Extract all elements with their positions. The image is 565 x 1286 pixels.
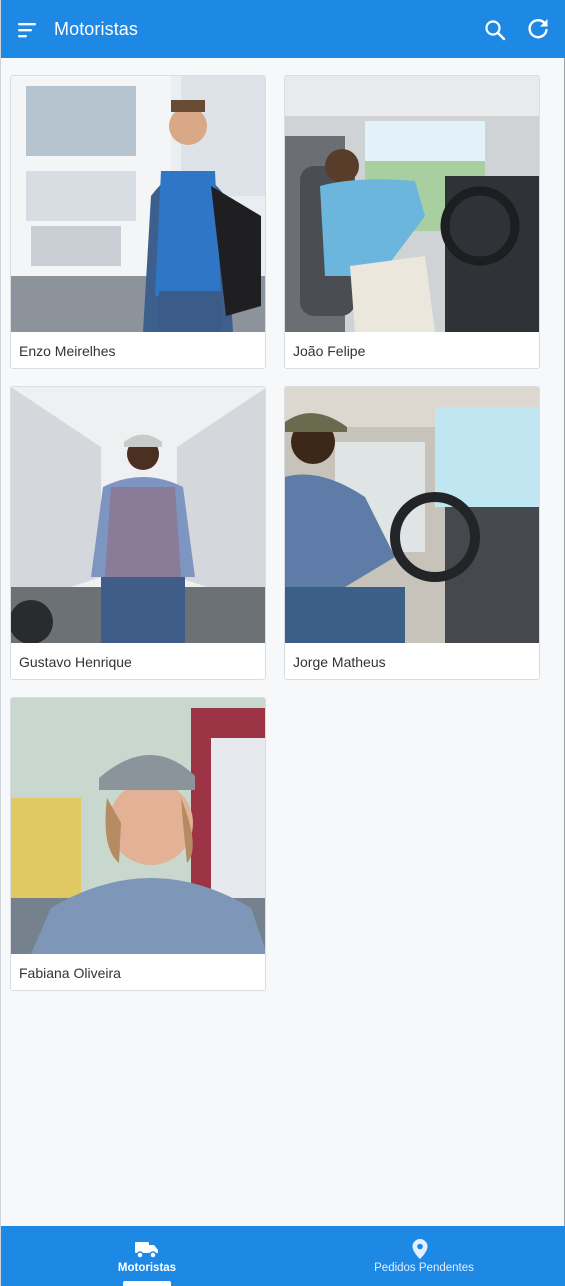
driver-card[interactable]: João Felipe [284, 75, 540, 369]
page-title: Motoristas [54, 19, 139, 39]
driver-photo [11, 698, 265, 954]
driver-name: Fabiana Oliveira [19, 965, 121, 981]
search-button[interactable] [483, 18, 507, 42]
driver-photo [285, 387, 539, 643]
top-app-bar: Motoristas [1, 0, 565, 58]
driver-card[interactable]: Fabiana Oliveira [10, 697, 266, 991]
driver-name: Jorge Matheus [293, 654, 386, 670]
location-pin-icon [412, 1239, 428, 1259]
driver-photo [285, 76, 539, 332]
active-tab-indicator [123, 1281, 171, 1286]
driver-name: Gustavo Henrique [19, 654, 132, 670]
tab-label: Motoristas [117, 1262, 177, 1274]
search-icon [485, 20, 506, 41]
driver-photo [11, 387, 265, 643]
driver-card[interactable]: Gustavo Henrique [10, 386, 266, 680]
driver-card[interactable]: Enzo Meirelhes [10, 75, 266, 369]
driver-name: Enzo Meirelhes [19, 343, 116, 359]
driver-card[interactable]: Jorge Matheus [284, 386, 540, 680]
tab-motoristas[interactable]: Motoristas [1, 1226, 283, 1286]
tab-label: Pedidos Pendentes [374, 1262, 474, 1274]
menu-icon [18, 23, 36, 38]
truck-icon [135, 1242, 158, 1259]
bottom-navigation: Motoristas Pedidos Pendentes [1, 1226, 565, 1286]
refresh-icon [528, 19, 548, 39]
driver-photo [11, 76, 265, 332]
app-frame: Motoristas Enzo Meirelhes João Felipe Gu… [0, 0, 565, 1286]
driver-name: João Felipe [293, 343, 366, 359]
menu-button[interactable] [16, 18, 42, 42]
refresh-button[interactable] [525, 16, 551, 42]
tab-pedidos-pendentes[interactable]: Pedidos Pendentes [283, 1226, 565, 1286]
